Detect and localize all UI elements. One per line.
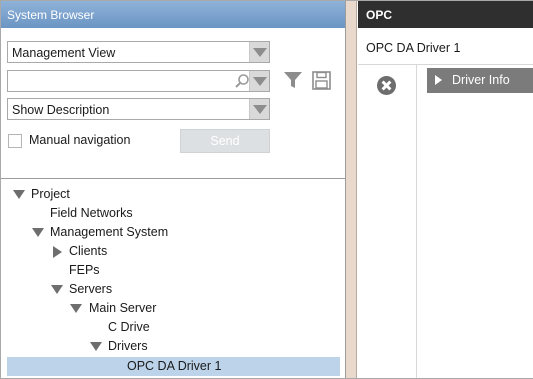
tree-node-label: FEPs <box>69 263 100 277</box>
manual-navigation-checkbox[interactable] <box>8 134 22 148</box>
chevron-down-icon[interactable] <box>249 99 269 119</box>
tree-node-feps[interactable]: FEPs <box>1 261 345 280</box>
driver-info-section[interactable]: Driver Info <box>427 68 533 93</box>
tree-node-project[interactable]: Project <box>1 185 345 204</box>
tree-node-drivers[interactable]: Drivers <box>1 337 345 356</box>
tree-node-label: Servers <box>69 282 113 296</box>
opc-panel-header: OPC <box>358 1 533 28</box>
tree-node-label: Clients <box>69 244 108 258</box>
save-icon[interactable] <box>312 71 331 90</box>
expand-arrow-icon[interactable] <box>51 285 63 294</box>
column-separator <box>416 65 417 378</box>
opc-panel: OPC OPC DA Driver 1 Driver Info <box>358 1 533 378</box>
system-browser-header: System Browser <box>1 1 345 28</box>
tree-node-label: Project <box>31 187 70 201</box>
system-browser-panel: System Browser Management View Show Desc… <box>1 1 346 378</box>
collapse-arrow-icon[interactable] <box>53 246 62 258</box>
expand-arrow-icon[interactable] <box>435 75 442 85</box>
description-select-value: Show Description <box>12 103 110 117</box>
manual-navigation-label: Manual navigation <box>29 133 131 147</box>
application-frame: System Browser Management View Show Desc… <box>0 0 533 379</box>
search-box[interactable] <box>7 70 270 92</box>
tree-node-label: OPC DA Driver 1 <box>127 359 222 373</box>
tree-node-opc-da-driver-1[interactable]: OPC DA Driver 1 <box>7 357 340 376</box>
expand-arrow-icon[interactable] <box>70 304 82 313</box>
expand-arrow-icon[interactable] <box>90 342 102 351</box>
tree-node-label: Management System <box>50 225 169 239</box>
search-input[interactable] <box>8 71 233 91</box>
close-icon[interactable] <box>377 76 396 95</box>
expand-arrow-icon[interactable] <box>13 190 25 199</box>
chevron-down-icon[interactable] <box>249 71 269 91</box>
tree-node-label: Main Server <box>89 301 157 315</box>
view-select[interactable]: Management View <box>7 41 270 63</box>
description-select[interactable]: Show Description <box>7 98 270 120</box>
panel-splitter[interactable] <box>346 1 357 378</box>
tree-node-label: Field Networks <box>50 206 133 220</box>
tree-node-label: Drivers <box>108 339 148 353</box>
tree-node-c-drive[interactable]: C Drive <box>1 318 345 337</box>
tree-node-management-system[interactable]: Management System <box>1 223 345 242</box>
tree-node-field-networks[interactable]: Field Networks <box>1 204 345 223</box>
panel-divider <box>1 178 345 179</box>
tree-node-label: C Drive <box>108 320 150 334</box>
view-select-value: Management View <box>12 46 116 60</box>
filter-icon[interactable] <box>283 71 303 89</box>
send-button[interactable]: Send <box>180 129 270 153</box>
tree-node-servers[interactable]: Servers <box>1 280 345 299</box>
tree-node-clients[interactable]: Clients <box>1 242 345 261</box>
title-separator <box>358 64 533 65</box>
driver-info-label: Driver Info <box>452 73 510 87</box>
tree-node-main-server[interactable]: Main Server <box>1 299 345 318</box>
search-icon[interactable] <box>234 73 250 89</box>
opc-object-title: OPC DA Driver 1 <box>366 41 461 55</box>
chevron-down-icon[interactable] <box>249 42 269 62</box>
expand-arrow-icon[interactable] <box>32 228 44 237</box>
